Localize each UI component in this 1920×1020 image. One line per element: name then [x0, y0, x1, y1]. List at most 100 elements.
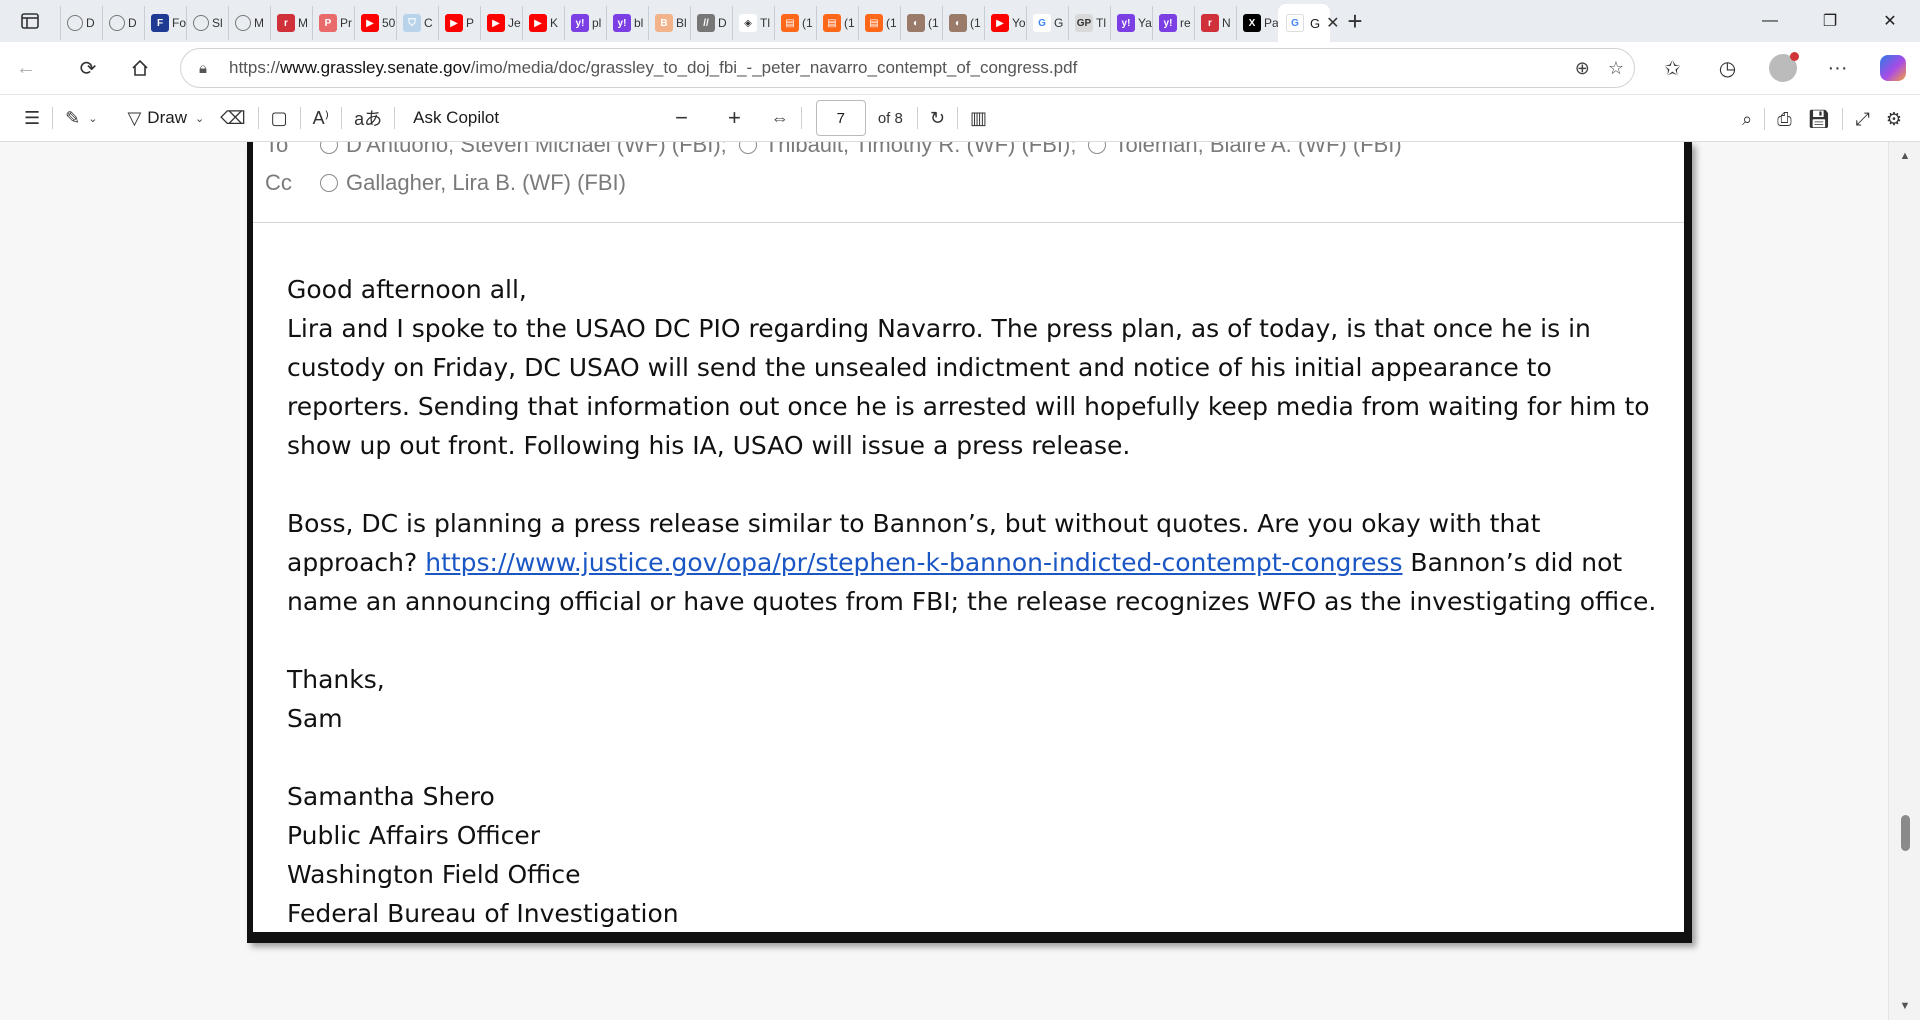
favorites-button[interactable]: ✩ — [1645, 48, 1700, 88]
page-view-button[interactable]: ▥ — [962, 100, 995, 136]
tab-item[interactable]: y! re — [1152, 6, 1194, 40]
tab-item[interactable]: M — [228, 6, 270, 40]
ask-copilot-button[interactable]: Ask Copilot — [399, 100, 507, 136]
youtube-icon: ▶ — [361, 14, 379, 32]
zoom-out-button[interactable]: − — [667, 100, 696, 136]
tab-label: D — [86, 16, 95, 30]
tab-item[interactable]: F Fo — [144, 6, 186, 40]
copilot-button[interactable] — [1865, 48, 1920, 88]
tab-item[interactable]: rN — [1194, 6, 1236, 40]
header-divider — [253, 222, 1684, 223]
add-text-button[interactable]: ▢ — [263, 100, 296, 136]
tab-active[interactable]: G G ✕ — [1278, 4, 1340, 42]
tab-item[interactable]: rM — [270, 6, 312, 40]
tab-label: bl — [634, 16, 644, 30]
yahoo-icon: y! — [1117, 14, 1135, 32]
contents-button[interactable]: ☰ — [16, 100, 48, 136]
fullscreen-button[interactable]: ⤢ — [1847, 101, 1877, 137]
tab-item[interactable]: ◐ (1 — [900, 6, 942, 40]
url-text[interactable]: https://www.grassley.senate.gov/imo/medi… — [229, 58, 1077, 78]
substack-icon: ▤ — [781, 14, 799, 32]
tab-label: Tl — [760, 16, 770, 30]
signature-office: Washington Field Office — [287, 860, 581, 889]
refresh-button[interactable]: ⟳ — [62, 48, 114, 88]
minus-icon: − — [675, 105, 688, 130]
toolbar-divider — [800, 107, 802, 129]
shield-icon: ⛉ — [403, 14, 421, 32]
tab-item[interactable]: Sl — [186, 6, 228, 40]
rotate-button[interactable]: ↻ — [922, 100, 953, 136]
read-aloud-button[interactable]: A⁾ — [305, 100, 337, 136]
tab-item[interactable]: ▶ 50 — [354, 6, 396, 40]
tab-item[interactable]: P Pr — [312, 6, 354, 40]
presence-icon — [738, 142, 757, 154]
tab-item[interactable]: ▶ Je — [480, 6, 522, 40]
page-view-icon: ▥ — [969, 107, 987, 128]
scrollbar-thumb[interactable] — [1901, 815, 1910, 851]
page-number-input[interactable]: 7 — [815, 100, 866, 136]
tab-item[interactable]: ▶ K — [522, 6, 564, 40]
address-bar-actions: ⊕ ☆ — [1575, 49, 1624, 87]
tab-item[interactable]: X Pa — [1236, 6, 1278, 40]
scroll-down-icon[interactable]: ▼ — [1889, 996, 1920, 1016]
search-button[interactable]: ⌕ — [1734, 101, 1760, 137]
home-button[interactable] — [114, 48, 166, 88]
tab-item[interactable]: ◈ Tl — [732, 6, 774, 40]
tab-item[interactable]: ▶ P — [438, 6, 480, 40]
signature-name: Samantha Shero — [287, 782, 495, 811]
tab-item[interactable]: B Bl — [648, 6, 690, 40]
tab-item[interactable]: //D — [690, 6, 732, 40]
press-release-link[interactable]: https://www.justice.gov/opa/pr/stephen-k… — [425, 548, 1402, 577]
print-button[interactable]: ⎙ — [1769, 101, 1799, 137]
erase-button[interactable]: ⌫ — [212, 100, 253, 136]
tab-item[interactable]: D — [102, 6, 144, 40]
tab-label: (1 — [886, 16, 897, 30]
refresh-icon: ⟳ — [79, 57, 97, 80]
tab-actions-button[interactable] — [0, 0, 60, 42]
pdf-viewer[interactable]: To D'Antuono, Steven Michael (WF) (FBI);… — [0, 142, 1888, 1020]
favorite-star-icon[interactable]: ☆ — [1608, 58, 1624, 79]
zoom-icon[interactable]: ⊕ — [1575, 58, 1590, 79]
history-button[interactable]: ◷ — [1700, 48, 1755, 88]
tab-item[interactable]: D — [60, 6, 102, 40]
tab-item[interactable]: y! pl — [564, 6, 606, 40]
tab-item[interactable]: ◐ (1 — [942, 6, 984, 40]
avatar — [1768, 52, 1799, 82]
tab-item[interactable]: ▤ (1 — [858, 6, 900, 40]
tab-item[interactable]: y! Ya — [1110, 6, 1152, 40]
fit-width-button[interactable]: ⇔ — [763, 100, 797, 136]
settings-more-button[interactable]: ··· — [1810, 48, 1865, 88]
tab-item[interactable]: ▤ (1 — [816, 6, 858, 40]
back-button[interactable]: ← — [0, 48, 52, 88]
tab-item[interactable]: ▤ (1 — [774, 6, 816, 40]
highlight-button[interactable]: ✎ ⌄ — [57, 100, 105, 136]
tab-item[interactable]: ⛉ C — [396, 6, 438, 40]
presence-icon — [320, 142, 338, 154]
tab-label: Tl — [1096, 16, 1106, 30]
save-button[interactable]: 💾︎ — [1800, 101, 1839, 137]
tab-item[interactable]: GG — [1026, 6, 1068, 40]
tab-label: (1 — [802, 16, 813, 30]
profile-button[interactable] — [1755, 48, 1810, 88]
address-bar[interactable]: 🔒︎ https://www.grassley.senate.gov/imo/m… — [180, 48, 1635, 88]
zoom-in-button[interactable]: + — [720, 100, 749, 136]
tab-item[interactable]: GP Tl — [1068, 6, 1110, 40]
toolbar-divider — [1764, 108, 1766, 130]
x-icon: X — [1243, 14, 1261, 32]
pdf-toolbar-right: ⌕ ⎙ 💾︎ ⤢ ⚙ — [1734, 101, 1910, 137]
scroll-up-icon[interactable]: ▲ — [1889, 146, 1920, 166]
new-tab-button[interactable]: + — [1330, 0, 1380, 42]
minimize-button[interactable]: — — [1740, 0, 1800, 42]
pdf-settings-button[interactable]: ⚙ — [1878, 101, 1910, 137]
page-total: of 8 — [877, 109, 903, 127]
vertical-scrollbar[interactable]: ▲ ▼ — [1888, 142, 1920, 1020]
tab-item[interactable]: ▶ Yo — [984, 6, 1026, 40]
chevron-down-icon: ⌄ — [88, 112, 98, 125]
photo-icon: ◐ — [949, 14, 967, 32]
draw-button[interactable]: ▽ Draw ⌄ — [119, 100, 212, 136]
restore-button[interactable]: ❐ — [1800, 0, 1860, 42]
lock-icon[interactable]: 🔒︎ — [199, 60, 229, 77]
tab-item[interactable]: y! bl — [606, 6, 648, 40]
close-window-button[interactable]: ✕ — [1860, 0, 1920, 42]
translate-button[interactable]: aあ — [346, 100, 390, 136]
